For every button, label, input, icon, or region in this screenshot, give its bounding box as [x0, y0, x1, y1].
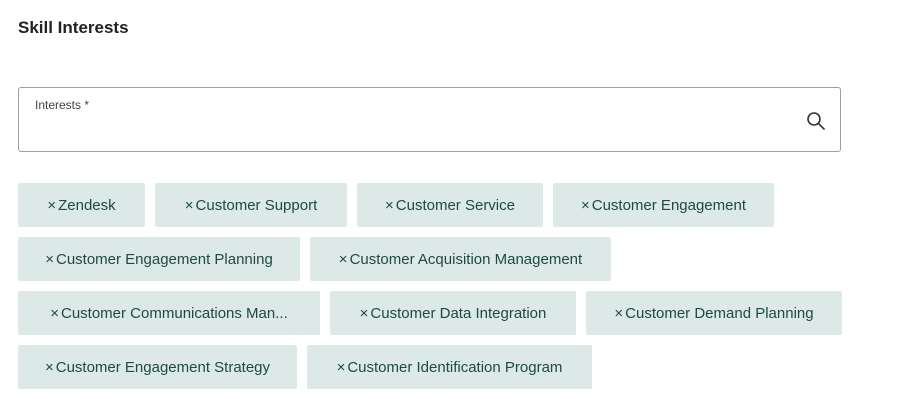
remove-chip-icon[interactable]: × — [47, 198, 56, 213]
chip-label: Customer Identification Program — [347, 358, 563, 376]
interest-chip[interactable]: × Customer Service — [357, 183, 543, 227]
remove-chip-icon[interactable]: × — [50, 306, 59, 321]
chip-label: Customer Support — [195, 196, 318, 214]
chip-label: Customer Engagement Strategy — [55, 358, 271, 376]
search-icon[interactable] — [806, 111, 826, 131]
interest-chip[interactable]: × Customer Data Integration — [330, 291, 576, 335]
interest-chip[interactable]: × Customer Acquisition Management — [310, 237, 611, 281]
interests-input[interactable] — [35, 118, 795, 142]
remove-chip-icon[interactable]: × — [45, 360, 54, 375]
chip-label: Customer Demand Planning — [625, 304, 814, 322]
chip-label: Customer Service — [395, 196, 515, 214]
chip-row: × Customer Engagement Strategy × Custome… — [18, 345, 858, 389]
chip-label: Customer Acquisition Management — [349, 250, 583, 268]
interest-chip[interactable]: × Customer Support — [155, 183, 347, 227]
interest-chip[interactable]: × Customer Engagement Strategy — [18, 345, 297, 389]
chip-row: × Customer Communications Man... × Custo… — [18, 291, 858, 335]
remove-chip-icon[interactable]: × — [581, 198, 590, 213]
interest-chip[interactable]: × Customer Engagement — [553, 183, 774, 227]
interest-chip[interactable]: × Customer Identification Program — [307, 345, 592, 389]
chip-label: Customer Engagement Planning — [55, 250, 273, 268]
interests-field[interactable]: Interests * — [18, 87, 841, 152]
chip-label: Customer Data Integration — [370, 304, 547, 322]
section-title: Skill Interests — [18, 18, 129, 37]
chip-label: Zendesk — [58, 196, 116, 214]
interest-chip[interactable]: × Customer Communications Man... — [18, 291, 320, 335]
interest-chip[interactable]: × Customer Demand Planning — [586, 291, 842, 335]
interest-chip[interactable]: × Zendesk — [18, 183, 145, 227]
remove-chip-icon[interactable]: × — [385, 198, 394, 213]
chip-row: × Zendesk × Customer Support × Customer … — [18, 183, 858, 227]
chip-row: × Customer Engagement Planning × Custome… — [18, 237, 858, 281]
interests-field-label: Interests * — [35, 98, 90, 112]
remove-chip-icon[interactable]: × — [360, 306, 369, 321]
chip-label: Customer Communications Man... — [61, 304, 288, 322]
chip-label: Customer Engagement — [591, 196, 746, 214]
remove-chip-icon[interactable]: × — [185, 198, 194, 213]
interest-chip[interactable]: × Customer Engagement Planning — [18, 237, 300, 281]
remove-chip-icon[interactable]: × — [337, 360, 346, 375]
selected-interests-list: × Zendesk × Customer Support × Customer … — [18, 183, 858, 399]
remove-chip-icon[interactable]: × — [45, 252, 54, 267]
remove-chip-icon[interactable]: × — [614, 306, 623, 321]
remove-chip-icon[interactable]: × — [339, 252, 348, 267]
